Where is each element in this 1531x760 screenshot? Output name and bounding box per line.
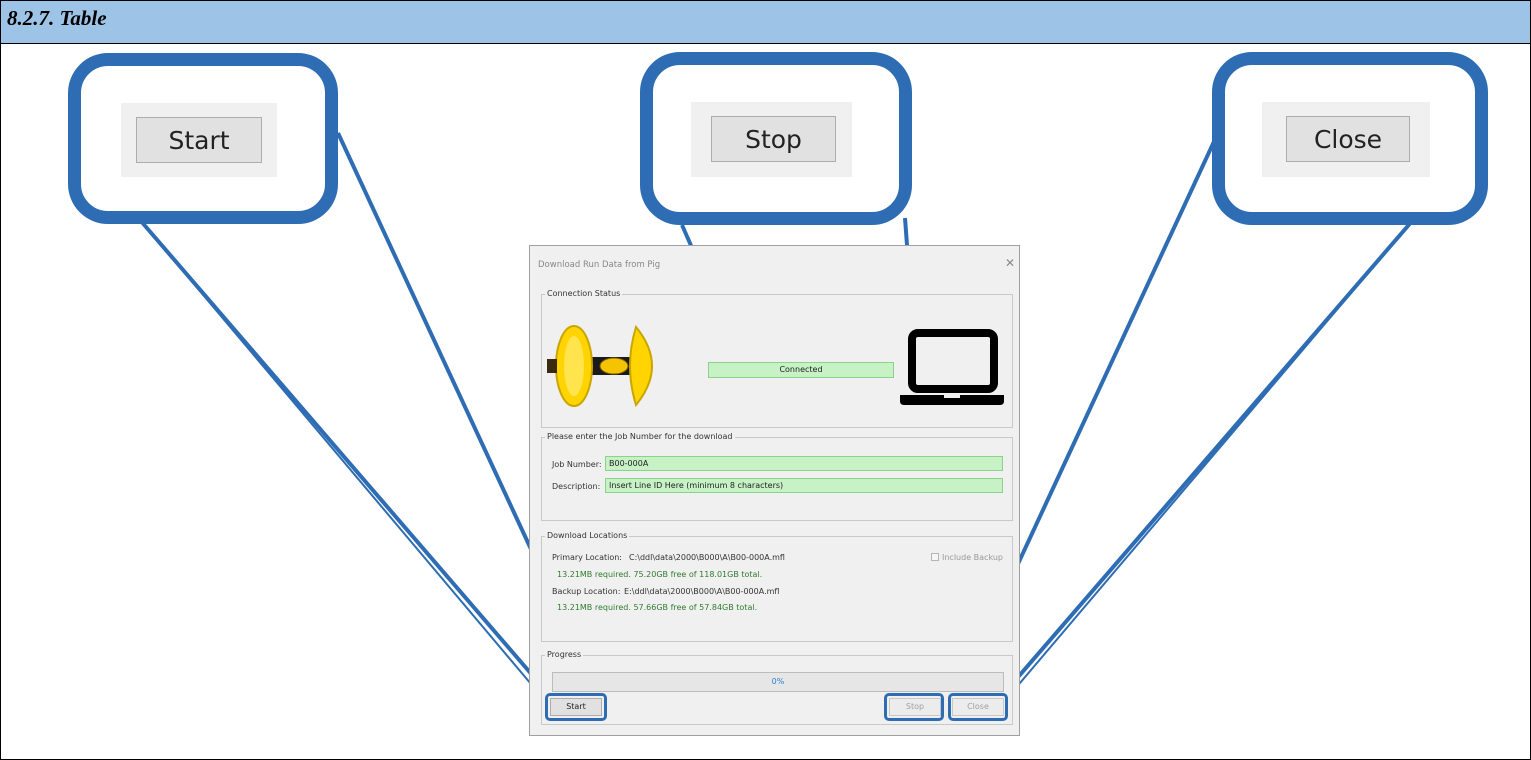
backup-space-info: 13.21MB required. 57.66GB free of 57.84G… — [557, 603, 758, 612]
zoomed-start-button: Start — [136, 117, 262, 163]
start-callout-zoom: Start — [121, 103, 277, 177]
close-icon[interactable]: ✕ — [1005, 256, 1015, 270]
start-button-highlight — [545, 693, 607, 721]
close-button-highlight — [948, 693, 1008, 721]
include-backup-label: Include Backup — [942, 553, 1003, 562]
job-number-group-label: Please enter the Job Number for the down… — [545, 432, 735, 441]
zoomed-close-button: Close — [1286, 116, 1410, 162]
dialog-title: Download Run Data from Pig — [538, 260, 661, 270]
zoomed-start-label: Start — [168, 125, 230, 155]
close-callout: Close — [1212, 52, 1488, 225]
pig-device-image — [547, 324, 653, 408]
download-locations-group: Download Locations Primary Location: C:\… — [541, 531, 1013, 642]
stop-callout: Stop — [640, 52, 912, 225]
download-dialog: Download Run Data from Pig ✕ Connection … — [529, 245, 1020, 736]
zoomed-stop-label: Stop — [745, 124, 802, 154]
stop-button-highlight — [884, 693, 944, 721]
description-label: Description: — [552, 482, 601, 491]
progress-bar: 0% — [552, 672, 1004, 692]
progress-label: Progress — [545, 650, 584, 659]
primary-location-label: Primary Location: — [552, 553, 622, 562]
backup-location-label: Backup Location: — [552, 587, 621, 596]
zoomed-stop-button: Stop — [711, 116, 836, 162]
zoomed-close-label: Close — [1313, 124, 1383, 154]
job-number-label: Job Number: — [552, 460, 602, 469]
job-number-input[interactable]: B00-000A — [605, 456, 1003, 471]
download-locations-label: Download Locations — [545, 531, 630, 540]
job-number-group: Please enter the Job Number for the down… — [541, 432, 1013, 521]
include-backup-checkbox[interactable] — [931, 553, 939, 561]
laptop-icon — [900, 329, 1004, 405]
description-input[interactable]: Insert Line ID Here (minimum 8 character… — [605, 478, 1003, 493]
close-callout-zoom: Close — [1262, 102, 1430, 177]
stop-callout-zoom: Stop — [691, 102, 852, 177]
primary-space-info: 13.21MB required. 75.20GB free of 118.01… — [557, 570, 763, 579]
start-callout: Start — [68, 53, 338, 224]
connection-status-label: Connection Status — [545, 289, 623, 298]
progress-percent: 0% — [771, 677, 785, 686]
backup-location-path: E:\ddl\data\2000\B000\A\B00-000A.mfl — [624, 587, 780, 596]
primary-location-path: C:\ddl\data\2000\B000\A\B00-000A.mfl — [629, 553, 785, 562]
connection-status-field: Connected — [708, 362, 894, 378]
connection-status-group: Connection Status Connected — [541, 289, 1013, 428]
